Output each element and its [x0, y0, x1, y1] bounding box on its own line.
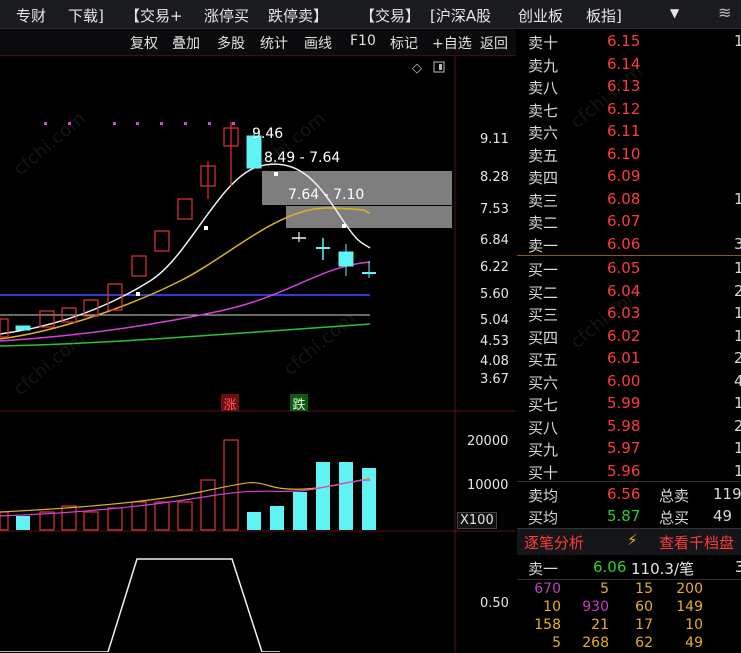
- price-tick: 4.08: [480, 354, 509, 369]
- menu-limit-up-buy[interactable]: 涨停买: [204, 5, 249, 26]
- ask-row[interactable]: 卖二 6.07: [517, 210, 741, 232]
- price-tick: 4.53: [480, 334, 509, 349]
- bid-row[interactable]: 买五 6.01 2: [517, 347, 741, 369]
- menu-gem[interactable]: 创业板: [518, 5, 563, 26]
- statistics-button[interactable]: 统计: [260, 33, 288, 53]
- ask-average-row: 卖均 6.56 总卖 119: [528, 485, 741, 505]
- volume-bars-down: [16, 462, 376, 530]
- menu-trade[interactable]: 【交易】: [360, 5, 420, 26]
- bid-row[interactable]: 买一 6.05 1: [517, 257, 741, 279]
- ask-row[interactable]: 卖九 6.14: [517, 53, 741, 75]
- tab-view-thousand[interactable]: 查看千档盘: [659, 532, 734, 553]
- bid-row[interactable]: 买九 5.97 1: [517, 437, 741, 459]
- price-tick: 8.28: [480, 170, 509, 185]
- kline-chart-area[interactable]: cfchi.com cfchi.com cfchi.com cfchi.com: [0, 56, 516, 652]
- ask-row[interactable]: 卖七 6.12: [517, 98, 741, 120]
- ask-row[interactable]: 卖八 6.13: [517, 75, 741, 97]
- ask-row[interactable]: 卖十 6.15 1: [517, 30, 741, 52]
- indicator-tick: 0.50: [480, 596, 509, 611]
- bid-row[interactable]: 买十 5.96 1: [517, 460, 741, 482]
- limit-down-badge: 跌: [290, 394, 308, 413]
- svg-text:cfchi.com: cfchi.com: [280, 308, 360, 380]
- price-tick: 5.60: [480, 287, 509, 302]
- f10-button[interactable]: F10: [350, 33, 376, 49]
- bid-row[interactable]: 买二 6.04 2: [517, 280, 741, 302]
- bid-row[interactable]: 买七 5.99 1: [517, 392, 741, 414]
- lightning-icon: ⚡: [627, 531, 638, 549]
- svg-text:cfchi.com: cfchi.com: [10, 108, 90, 180]
- ask-row[interactable]: 卖三 6.08 1: [517, 188, 741, 210]
- svg-text:◇: ◇: [412, 61, 422, 76]
- layers-icon[interactable]: ≋: [718, 3, 731, 22]
- range-annotation-2: 7.64 - 7.10: [288, 187, 365, 203]
- menu-download[interactable]: 下载]: [68, 5, 104, 26]
- mark-button[interactable]: 标记: [390, 33, 418, 53]
- ask-row[interactable]: 卖四 6.09: [517, 165, 741, 187]
- limit-up-badge: 涨: [221, 394, 239, 413]
- tick-row: 5 268 62 49: [552, 635, 703, 651]
- bid-row[interactable]: 买三 6.03 1: [517, 302, 741, 324]
- menu-trade-plus[interactable]: 【交易+: [125, 5, 183, 26]
- chart-toolbar: 复权 叠加 多股 统计 画线 F10 标记 +自选 返回: [0, 29, 516, 56]
- price-tick: 7.53: [480, 202, 509, 217]
- volume-tick: 20000: [467, 434, 509, 449]
- bid-row[interactable]: 买四 6.02 1: [517, 325, 741, 347]
- bid-row[interactable]: 买八 5.98 2: [517, 415, 741, 437]
- tick-row: 158 21 17 10: [534, 617, 703, 633]
- ask-row[interactable]: 卖五 6.10: [517, 143, 741, 165]
- ma-magenta: [0, 261, 371, 342]
- volume-tick: 10000: [467, 478, 509, 493]
- kline-svg: cfchi.com cfchi.com cfchi.com cfchi.com: [0, 56, 516, 652]
- tick-tabs: 逐笔分析 ⚡ 查看千档盘: [517, 528, 741, 555]
- last-trade-row: 卖一 6.06 110.3/笔 3: [528, 558, 741, 578]
- svg-text:cfchi.com: cfchi.com: [250, 108, 330, 180]
- back-button[interactable]: 返回: [480, 33, 508, 53]
- draw-line-button[interactable]: 画线: [304, 33, 332, 53]
- high-price-annotation: 9.46: [252, 126, 284, 142]
- add-watchlist-button[interactable]: +自选: [432, 33, 472, 53]
- price-tick: 6.22: [480, 260, 509, 275]
- tick-row: 670 5 15 200: [534, 581, 703, 597]
- tab-tick-analysis[interactable]: 逐笔分析: [524, 532, 584, 553]
- volume-unit: X100: [457, 512, 497, 529]
- tick-row: 10 930 60 149: [543, 599, 703, 615]
- restore-rights-button[interactable]: 复权: [130, 33, 158, 53]
- dropdown-triangle-icon[interactable]: ▼: [670, 6, 679, 20]
- menu-zhuancai[interactable]: 专财: [16, 5, 46, 26]
- ask-row[interactable]: 卖一 6.06 3: [517, 233, 741, 255]
- price-tick: 9.11: [480, 132, 509, 147]
- price-tick: 3.67: [480, 372, 509, 387]
- order-book-panel: cfchi.com cfchi.com 卖十 6.15 1 卖九 6.14 卖八 6.13 卖…: [517, 29, 741, 652]
- overlay-button[interactable]: 叠加: [172, 33, 200, 53]
- ask-row[interactable]: 卖六 6.11: [517, 120, 741, 142]
- volume-bars-up: [0, 439, 239, 531]
- multi-stock-button[interactable]: 多股: [217, 33, 245, 53]
- top-menu-bar: 专财 下载] 【交易+ 涨停买 跌停卖】 【交易】 [沪深A股 创业板 板指] …: [0, 0, 741, 29]
- range-annotation-1: 8.49 - 7.64: [264, 150, 341, 166]
- price-tick: 5.04: [480, 313, 509, 328]
- menu-shsz-a[interactable]: [沪深A股: [430, 5, 491, 26]
- indicator-line: [0, 558, 280, 652]
- bid-row[interactable]: 买六 6.00 4: [517, 370, 741, 392]
- menu-limit-down-sell[interactable]: 跌停卖】: [268, 5, 328, 26]
- menu-board-index[interactable]: 板指]: [586, 5, 622, 26]
- bid-average-row: 买均 5.87 总买 49: [528, 507, 733, 527]
- price-tick: 6.84: [480, 233, 509, 248]
